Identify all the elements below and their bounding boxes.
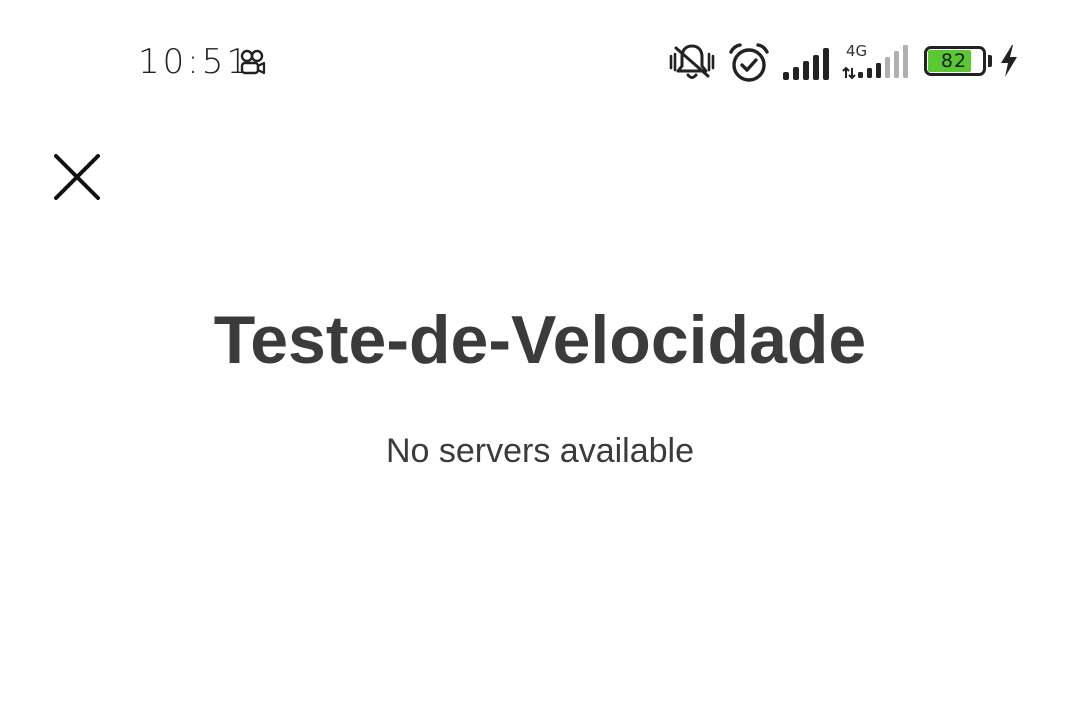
alarm-icon [729, 43, 769, 82]
no-servers-message: No servers available [385, 432, 695, 470]
battery-icon: 82 [924, 46, 992, 76]
signal-icon [783, 48, 829, 80]
close-button[interactable] [44, 144, 110, 210]
app-notification-icon [240, 49, 266, 75]
status-bar: 10:51 4G 82 [0, 0, 1080, 125]
battery-level: 82 [940, 50, 968, 72]
vibrate-off-icon [669, 44, 715, 79]
signal-4g-icon: 4G [842, 42, 908, 80]
battery-cap [988, 55, 992, 67]
status-time: 10:51 [138, 42, 251, 82]
charging-bolt-icon [1001, 45, 1017, 77]
page-title: Teste-de-Velocidade [213, 302, 867, 378]
network-type-label: 4G [846, 42, 867, 60]
close-icon [54, 154, 100, 200]
screen: 10:51 4G 82 Teste-de-Velocidade No serve… [0, 0, 1080, 716]
